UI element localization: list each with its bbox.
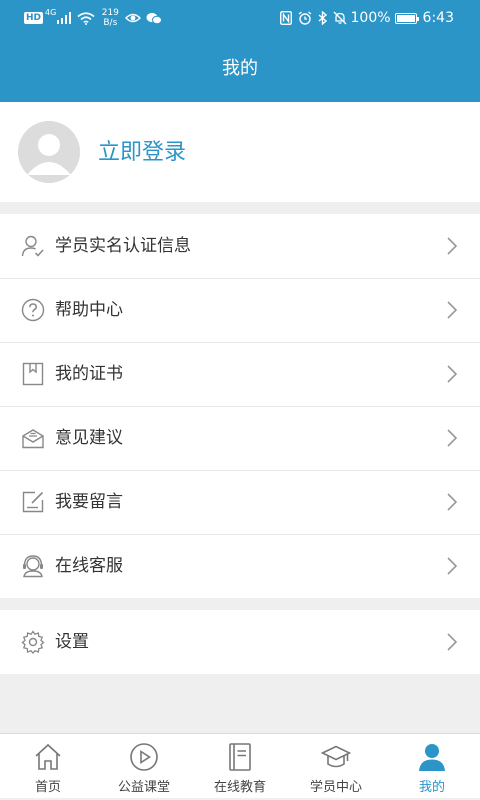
nav-item-label: 首页 — [34, 780, 61, 795]
default-avatar-icon — [18, 121, 80, 183]
settings-group: 设置 — [0, 610, 480, 674]
menu-item-leave-message[interactable]: 我要留言 — [0, 470, 480, 534]
clock: 6:43 — [422, 10, 454, 26]
menu-item-label: 在线客服 — [55, 556, 123, 576]
nav-item-label: 学员中心 — [309, 780, 362, 795]
eye-icon — [125, 12, 142, 24]
status-bar: HD 4G 219 B/s 100% 6:43 — [0, 0, 480, 36]
status-bar-left: HD 4G 219 B/s — [24, 7, 163, 29]
menu-item-help-center[interactable]: 帮助中心 — [0, 278, 480, 342]
nav-item-label: 在线教育 — [213, 780, 266, 795]
menu-item-identity-verification[interactable]: 学员实名认证信息 — [0, 214, 480, 278]
menu-item-settings[interactable]: 设置 — [0, 610, 480, 674]
headset-icon — [21, 554, 45, 578]
menu-item-label: 我要留言 — [55, 492, 123, 512]
chevron-right-icon — [446, 300, 458, 320]
chevron-right-icon — [446, 236, 458, 256]
menu-item-label: 意见建议 — [55, 428, 123, 448]
feedback-envelope-icon — [21, 426, 45, 450]
chevron-right-icon — [446, 428, 458, 448]
menu-item-online-service[interactable]: 在线客服 — [0, 534, 480, 598]
network-speed-unit: B/s — [103, 18, 118, 28]
edit-note-icon — [21, 490, 45, 514]
battery-icon — [394, 12, 419, 24]
network-speed: 219 B/s — [101, 8, 119, 28]
signal-icon — [57, 12, 72, 24]
chevron-right-icon — [446, 556, 458, 576]
book-icon — [225, 742, 255, 772]
status-bar-right: 100% 6:43 — [279, 7, 454, 29]
page-title: 我的 — [0, 36, 480, 102]
battery-percent: 100% — [350, 10, 391, 26]
chevron-right-icon — [446, 632, 458, 652]
menu-list: 学员实名认证信息 帮助中心 我的证书 意见建议 我要留言 在线客服 — [0, 214, 480, 598]
graduation-cap-icon — [321, 742, 351, 772]
profile-section: 立即登录 — [0, 102, 480, 202]
bluetooth-icon — [318, 11, 327, 25]
question-circle-icon — [21, 298, 45, 322]
chevron-right-icon — [446, 364, 458, 384]
menu-item-label: 学员实名认证信息 — [55, 236, 191, 256]
alarm-icon — [298, 11, 312, 25]
home-icon — [33, 742, 63, 772]
nav-item-public-class[interactable]: 公益课堂 — [96, 734, 192, 798]
nfc-icon — [279, 11, 292, 25]
login-link[interactable]: 立即登录 — [98, 134, 186, 166]
nav-item-mine[interactable]: 我的 — [384, 734, 480, 798]
menu-item-label: 设置 — [55, 632, 89, 652]
play-circle-icon — [129, 742, 159, 772]
nav-item-label: 我的 — [418, 780, 445, 795]
nav-item-label: 公益课堂 — [117, 780, 170, 795]
nav-item-home[interactable]: 首页 — [0, 734, 96, 798]
menu-item-feedback[interactable]: 意见建议 — [0, 406, 480, 470]
gear-icon — [21, 630, 45, 654]
certificate-icon — [21, 362, 45, 386]
wechat-icon — [146, 12, 163, 25]
menu-item-label: 帮助中心 — [55, 300, 123, 320]
chevron-right-icon — [446, 492, 458, 512]
nav-item-student-center[interactable]: 学员中心 — [288, 734, 384, 798]
menu-item-label: 我的证书 — [55, 364, 123, 384]
network-speed-value: 219 — [101, 8, 119, 18]
hd-badge: HD — [24, 12, 44, 24]
menu-item-my-certificates[interactable]: 我的证书 — [0, 342, 480, 406]
person-icon — [417, 742, 447, 772]
wifi-icon — [77, 11, 95, 25]
nav-item-online-education[interactable]: 在线教育 — [192, 734, 288, 798]
avatar[interactable] — [18, 121, 80, 183]
bottom-nav: 首页 公益课堂 在线教育 学员中心 我的 — [0, 733, 480, 798]
network-type: 4G — [45, 8, 57, 17]
mute-bell-icon — [333, 11, 347, 25]
user-check-icon — [21, 234, 45, 258]
